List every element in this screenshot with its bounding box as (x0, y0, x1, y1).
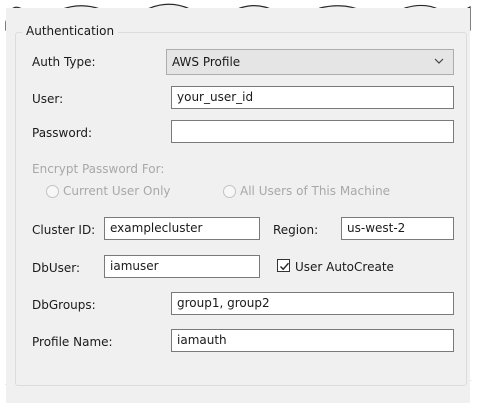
cluster-id-label: Cluster ID: (32, 223, 96, 237)
auth-type-value: AWS Profile (172, 55, 241, 69)
db-groups-label: DbGroups: (32, 298, 96, 312)
auth-type-label: Auth Type: (32, 55, 96, 69)
region-label: Region: (273, 223, 319, 237)
all-users-radio-label: All Users of This Machine (240, 184, 391, 198)
current-user-radio-label: Current User Only (63, 184, 171, 198)
cluster-id-input[interactable]: examplecluster (104, 217, 260, 240)
user-label: User: (32, 92, 64, 106)
user-input[interactable]: your_user_id (171, 86, 454, 109)
checkmark-icon (280, 262, 290, 271)
profile-name-label: Profile Name: (32, 335, 113, 349)
db-user-label: DbUser: (32, 261, 81, 275)
password-input[interactable] (171, 120, 454, 143)
user-autocreate-checkbox[interactable] (277, 259, 290, 272)
auth-type-dropdown[interactable]: AWS Profile (166, 49, 454, 75)
current-user-radio[interactable] (46, 185, 59, 198)
password-label: Password: (32, 126, 93, 140)
profile-name-input[interactable]: iamauth (171, 329, 454, 352)
all-users-radio[interactable] (223, 185, 236, 198)
region-input[interactable]: us-west-2 (341, 217, 454, 240)
authentication-group-title: Authentication (22, 24, 119, 38)
encrypt-password-label: Encrypt Password For: (32, 162, 165, 176)
db-user-input[interactable]: iamuser (104, 255, 260, 278)
chevron-down-icon (434, 58, 444, 64)
user-autocreate-label: User AutoCreate (295, 260, 394, 274)
db-groups-input[interactable]: group1, group2 (171, 292, 454, 315)
